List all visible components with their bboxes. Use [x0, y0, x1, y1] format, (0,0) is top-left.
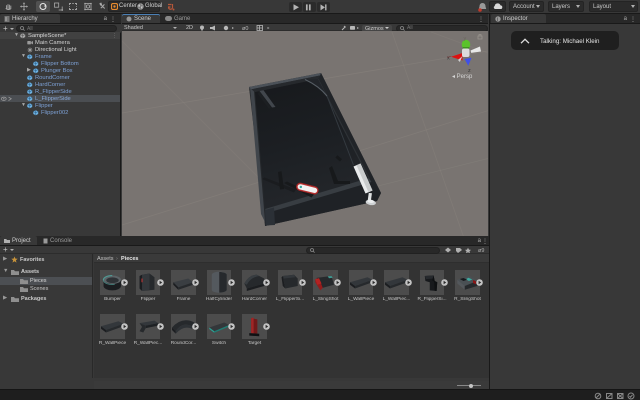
svg-text:x: x: [447, 56, 450, 62]
svg-text:y: y: [464, 36, 467, 42]
svg-text:ø9: ø9: [478, 248, 484, 253]
svg-text:i: i: [497, 17, 498, 22]
svg-text:◂ Persp: ◂ Persp: [452, 74, 473, 80]
